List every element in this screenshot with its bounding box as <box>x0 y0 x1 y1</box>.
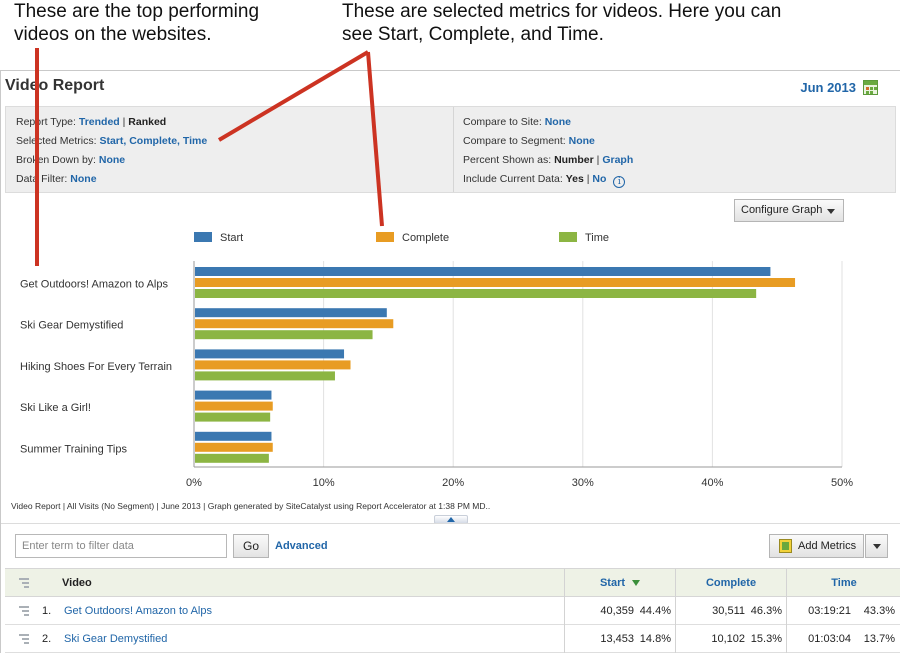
callout-line-legend <box>366 51 384 227</box>
callout-line-metrics-link <box>217 50 370 142</box>
annotation-callout-lines <box>35 48 384 266</box>
